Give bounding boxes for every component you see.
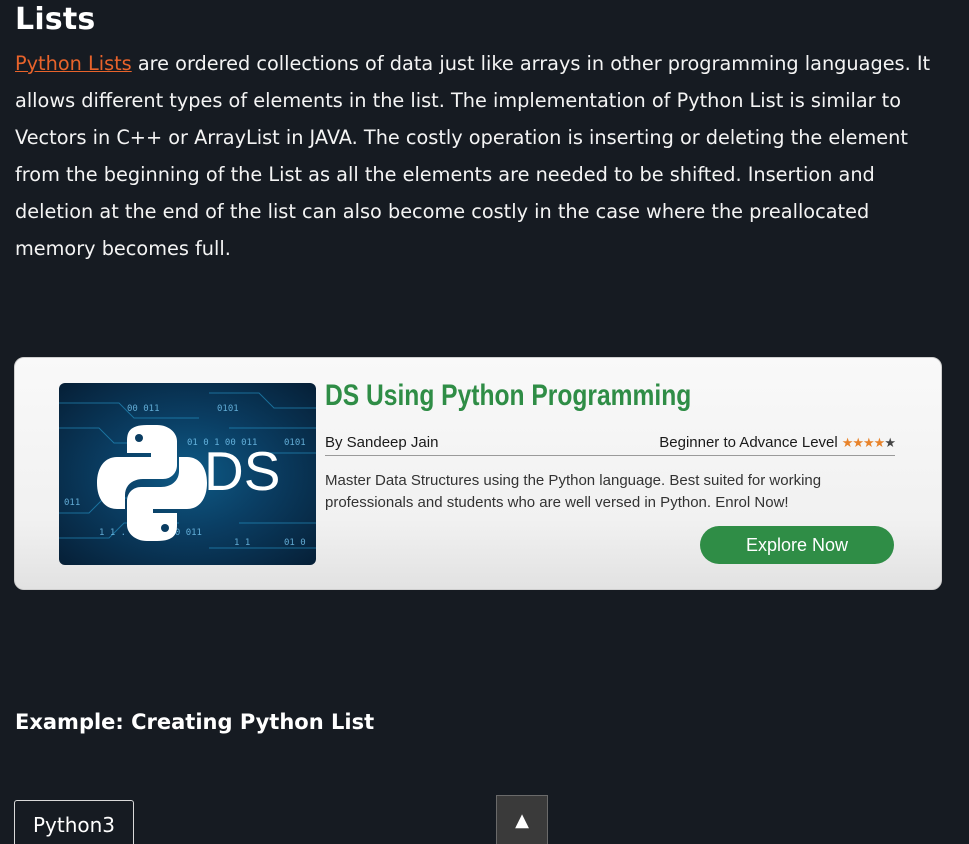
course-author: By Sandeep Jain [325, 434, 439, 451]
thumbnail-ds-text: DS [204, 440, 281, 502]
course-level: Beginner to Advance Level ★★★★★ [659, 434, 896, 451]
svg-text:0101: 0101 [217, 404, 239, 414]
course-level-label: Beginner to Advance Level [659, 434, 838, 451]
course-banner[interactable]: 00 011 0101 01 0 1 00 011 0101 011 1 1 .… [14, 357, 942, 590]
svg-text:0101: 0101 [284, 438, 306, 448]
svg-text:011: 011 [64, 498, 80, 508]
svg-text:01 0: 01 0 [284, 538, 306, 548]
svg-text:00 011: 00 011 [127, 404, 160, 414]
course-description: Master Data Structures using the Python … [325, 472, 822, 511]
course-thumbnail: 00 011 0101 01 0 1 00 011 0101 011 1 1 .… [59, 383, 316, 565]
star-rating-icon: ★★★★★ [841, 435, 896, 450]
course-title[interactable]: DS Using Python Programming [325, 376, 691, 416]
arrow-up-icon: ▲ [515, 810, 529, 831]
explore-now-button[interactable]: Explore Now [700, 526, 894, 564]
intro-paragraph: Python Lists are ordered collections of … [15, 45, 955, 267]
language-tab-python3[interactable]: Python3 [14, 800, 134, 844]
svg-text:1 1: 1 1 [234, 538, 250, 548]
scroll-to-top-button[interactable]: ▲ [496, 795, 548, 844]
intro-text: are ordered collections of data just lik… [15, 52, 931, 260]
example-heading: Example: Creating Python List [15, 710, 375, 734]
course-meta: By Sandeep Jain Beginner to Advance Leve… [325, 431, 896, 456]
section-heading: Lists [15, 2, 96, 37]
python-lists-link[interactable]: Python Lists [15, 52, 132, 75]
